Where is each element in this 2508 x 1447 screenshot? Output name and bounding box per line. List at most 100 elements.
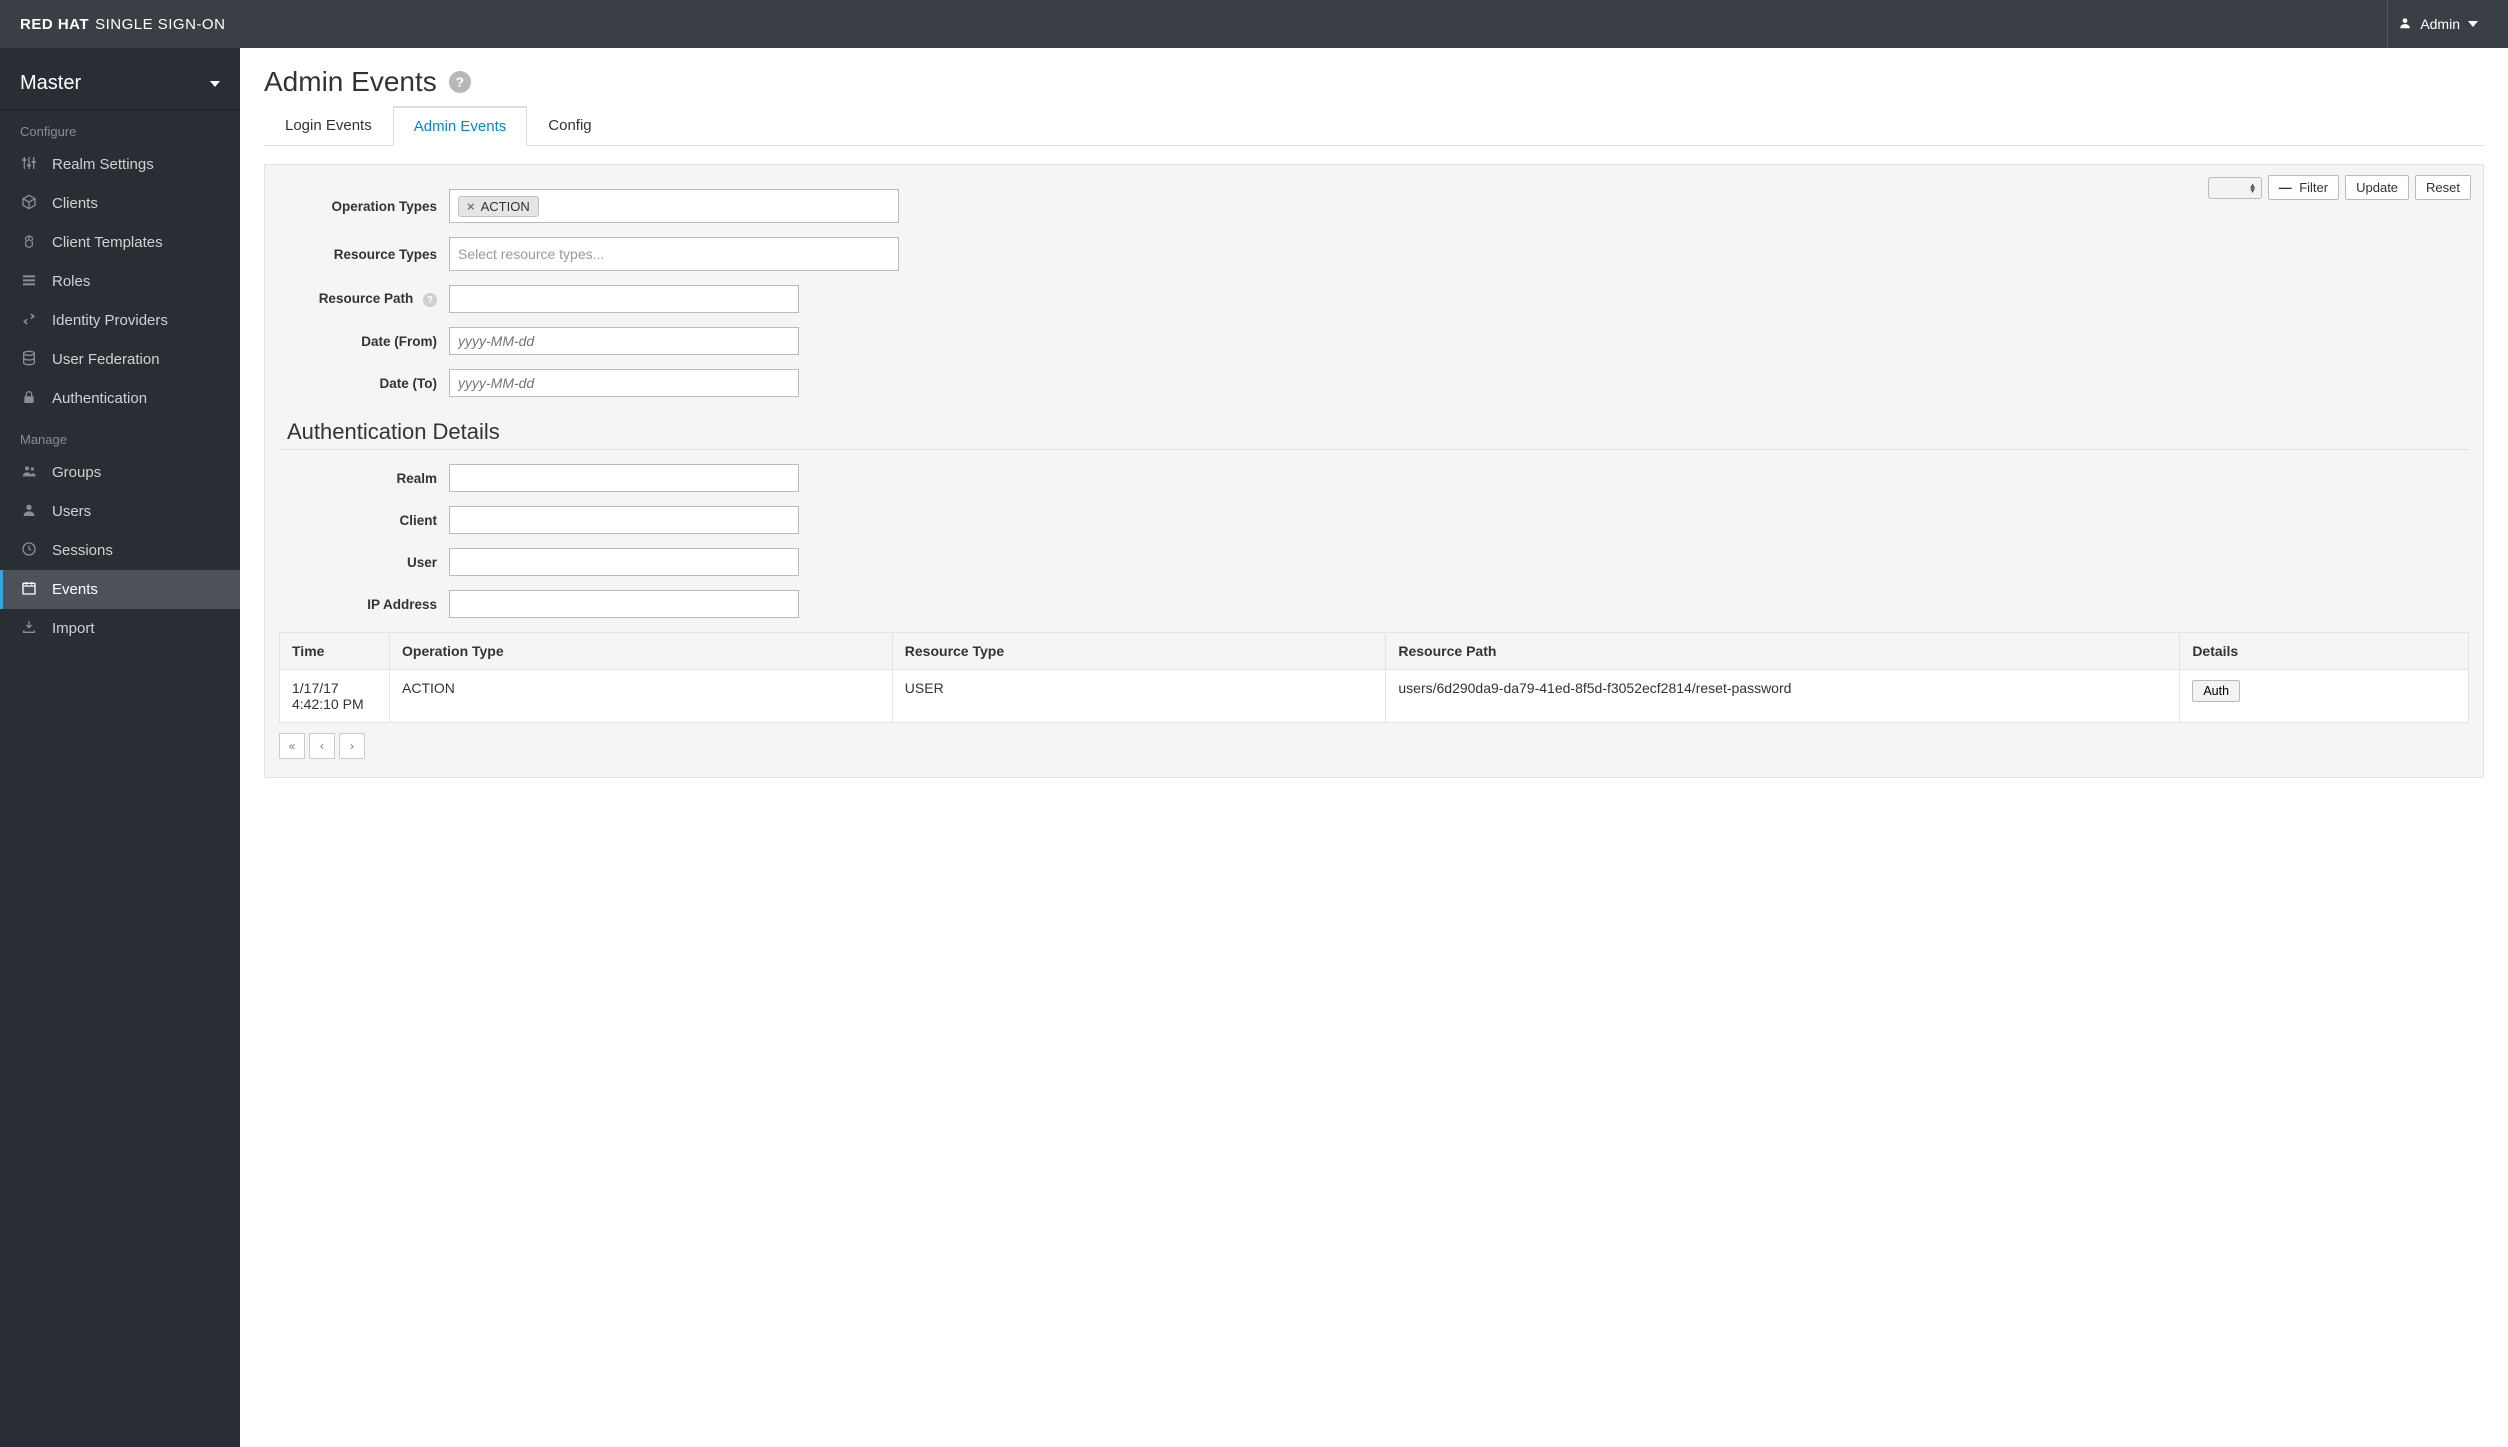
sidebar-item-label: Sessions [52, 542, 113, 559]
sliders-icon [20, 155, 38, 174]
row-user: User [279, 548, 2469, 576]
sidebar-item-label: Groups [52, 464, 101, 481]
col-op-type: Operation Type [390, 633, 893, 670]
cell-res-type: USER [892, 670, 1386, 723]
side-section-manage: Manage Groups Users Sessions [0, 418, 240, 648]
lock-icon [20, 389, 38, 408]
cell-res-path: users/6d290da9-da79-41ed-8f5d-f3052ecf28… [1386, 670, 2180, 723]
cubes-icon [20, 233, 38, 252]
sort-icon: ▲▼ [2249, 183, 2257, 193]
database-icon [20, 350, 38, 369]
resource-types-placeholder: Select resource types... [458, 246, 604, 262]
operation-types-input[interactable]: × ACTION [449, 189, 899, 223]
sidebar-section-label: Configure [0, 110, 240, 145]
help-icon[interactable]: ? [449, 71, 471, 93]
sidebar-item-label: Users [52, 503, 91, 520]
tab-admin-events[interactable]: Admin Events [393, 106, 528, 146]
list-icon [20, 272, 38, 291]
sidebar-item-groups[interactable]: Groups [0, 453, 240, 492]
sidebar-item-label: Import [52, 620, 95, 637]
row-date-to: Date (To) [279, 369, 2469, 397]
sidebar-item-label: Clients [52, 195, 98, 212]
table-row: 1/17/17 4:42:10 PM ACTION USER users/6d2… [280, 670, 2469, 723]
tab-login-events[interactable]: Login Events [264, 106, 393, 146]
sidebar-item-identity-providers[interactable]: Identity Providers [0, 301, 240, 340]
sidebar-item-label: Identity Providers [52, 312, 168, 329]
col-res-type: Resource Type [892, 633, 1386, 670]
date-from-input[interactable] [449, 327, 799, 355]
filter-button[interactable]: — Filter [2268, 175, 2340, 200]
sidebar-item-client-templates[interactable]: Client Templates [0, 223, 240, 262]
tabs: Login Events Admin Events Config [264, 106, 2484, 146]
sidebar-item-label: Roles [52, 273, 90, 290]
pager-first[interactable]: « [279, 733, 305, 759]
auth-details-button[interactable]: Auth [2192, 680, 2240, 702]
resource-types-input[interactable]: Select resource types... [449, 237, 899, 271]
users-icon [20, 463, 38, 482]
filter-toolbar: ▲▼ — Filter Update Reset [2208, 175, 2471, 200]
sidebar-item-label: Events [52, 581, 98, 598]
top-bar: RED HAT SINGLE SIGN-ON Admin [0, 0, 2508, 48]
label-user: User [279, 555, 449, 570]
tab-config[interactable]: Config [527, 106, 612, 146]
col-details: Details [2180, 633, 2469, 670]
pager-prev[interactable]: ‹ [309, 733, 335, 759]
table-header-row: Time Operation Type Resource Type Resour… [280, 633, 2469, 670]
sidebar-item-label: User Federation [52, 351, 160, 368]
ip-input[interactable] [449, 590, 799, 618]
user-icon [20, 502, 38, 521]
cell-op: ACTION [390, 670, 893, 723]
sidebar-item-authentication[interactable]: Authentication [0, 379, 240, 418]
help-icon[interactable]: ? [423, 293, 437, 307]
sidebar: Master Configure Realm Settings Clients [0, 48, 240, 1447]
label-operation-types: Operation Types [279, 199, 449, 214]
tag-remove-icon[interactable]: × [467, 199, 475, 214]
sidebar-item-import[interactable]: Import [0, 609, 240, 648]
sidebar-item-roles[interactable]: Roles [0, 262, 240, 301]
sidebar-item-sessions[interactable]: Sessions [0, 531, 240, 570]
realm-selector[interactable]: Master [0, 58, 240, 110]
clock-icon [20, 541, 38, 560]
sidebar-item-realm-settings[interactable]: Realm Settings [0, 145, 240, 184]
client-input[interactable] [449, 506, 799, 534]
exchange-icon [20, 311, 38, 330]
realm-input[interactable] [449, 464, 799, 492]
sidebar-item-users[interactable]: Users [0, 492, 240, 531]
page-size-select[interactable]: ▲▼ [2208, 177, 2262, 199]
sidebar-item-events[interactable]: Events [0, 570, 240, 609]
chevron-down-icon [210, 81, 220, 87]
sidebar-item-clients[interactable]: Clients [0, 184, 240, 223]
pager-next[interactable]: › [339, 733, 365, 759]
label-resource-path: Resource Path ? [279, 291, 449, 308]
label-date-from: Date (From) [279, 334, 449, 349]
tag-label: ACTION [481, 199, 530, 214]
filter-panel: ▲▼ — Filter Update Reset Operation Types… [264, 164, 2484, 778]
heading-divider [279, 449, 2469, 450]
brand-rest: SINGLE SIGN-ON [95, 16, 225, 33]
auth-details-heading: Authentication Details [287, 419, 2469, 445]
page-title-row: Admin Events ? [264, 66, 2484, 98]
main-content: Admin Events ? Login Events Admin Events… [240, 48, 2508, 1447]
label-client: Client [279, 513, 449, 528]
sidebar-item-user-federation[interactable]: User Federation [0, 340, 240, 379]
row-operation-types: Operation Types × ACTION [279, 189, 2469, 223]
resource-path-input[interactable] [449, 285, 799, 313]
reset-button[interactable]: Reset [2415, 175, 2471, 200]
date-to-input[interactable] [449, 369, 799, 397]
row-ip: IP Address [279, 590, 2469, 618]
row-date-from: Date (From) [279, 327, 2469, 355]
import-icon [20, 619, 38, 638]
page-title: Admin Events [264, 66, 437, 98]
update-button[interactable]: Update [2345, 175, 2409, 200]
sidebar-section-label: Manage [0, 418, 240, 453]
row-resource-types: Resource Types Select resource types... [279, 237, 2469, 271]
user-name: Admin [2420, 16, 2460, 32]
user-input[interactable] [449, 548, 799, 576]
sidebar-item-label: Client Templates [52, 234, 163, 251]
col-res-path: Resource Path [1386, 633, 2180, 670]
cube-icon [20, 194, 38, 213]
user-menu[interactable]: Admin [2387, 0, 2488, 48]
filter-label: Filter [2299, 180, 2328, 195]
minus-icon: — [2279, 180, 2292, 195]
cell-details: Auth [2180, 670, 2469, 723]
